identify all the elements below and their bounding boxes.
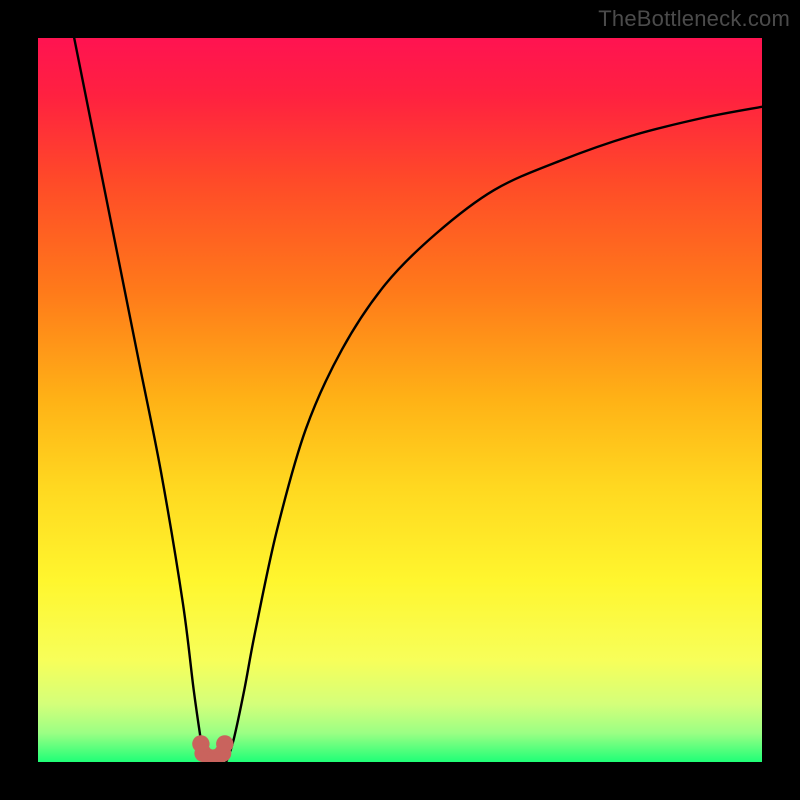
watermark-text: TheBottleneck.com bbox=[598, 6, 790, 32]
chart-svg bbox=[38, 38, 762, 762]
plot-area bbox=[38, 38, 762, 762]
valley-marker bbox=[216, 735, 233, 752]
chart-frame: TheBottleneck.com bbox=[0, 0, 800, 800]
